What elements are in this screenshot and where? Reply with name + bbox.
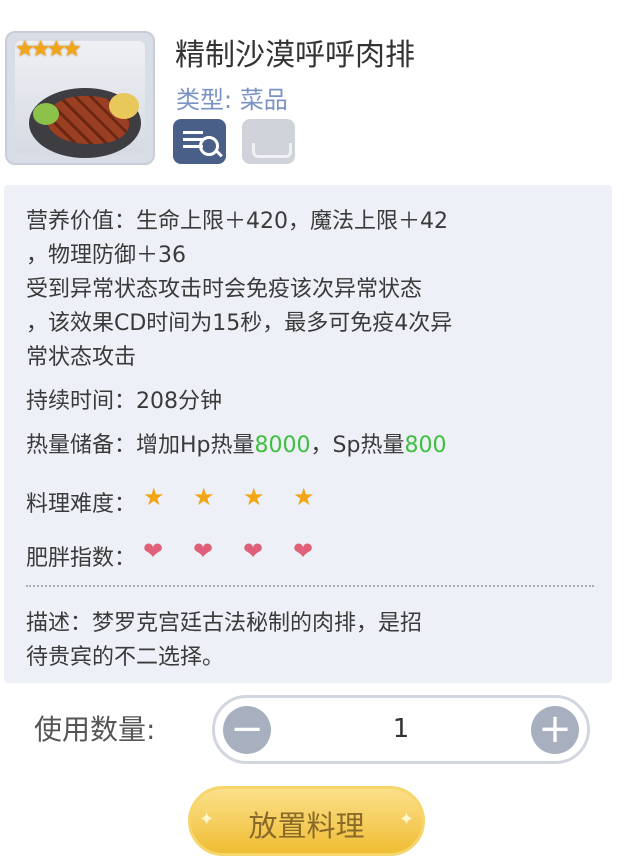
vegetable-shape: [109, 93, 139, 119]
tray-icon[interactable]: [242, 119, 295, 164]
nutrition-line: 营养价值：生命上限＋420，魔法上限＋42: [26, 209, 448, 234]
fatness-row: 肥胖指数： ❤ ❤ ❤ ❤: [26, 537, 343, 572]
heat-line: 热量储备：增加Hp热量8000，Sp热量800: [26, 427, 446, 459]
fatness-rating: ❤ ❤ ❤ ❤: [143, 537, 343, 565]
star-icon: ★: [193, 483, 215, 511]
place-dish-label: 放置料理: [248, 809, 365, 843]
divider: [26, 585, 594, 587]
detail-search-icon[interactable]: [173, 119, 226, 164]
difficulty-rating: ★ ★ ★ ★: [143, 483, 343, 511]
effect-line: ，该效果CD时间为15秒，最多可免疫4次异: [26, 311, 453, 336]
effect-line: 常状态攻击: [26, 345, 137, 370]
heart-icon: ❤: [243, 537, 264, 565]
heart-icon: ❤: [293, 537, 314, 565]
item-type-label: 类型:: [176, 86, 233, 114]
item-info-panel: 营养价值：生命上限＋420，魔法上限＋42 ，物理防御＋36 受到异常状态攻击时…: [4, 185, 612, 683]
vegetable-shape: [33, 103, 59, 125]
star-icon: ★: [143, 483, 165, 511]
item-image: ★★★★: [5, 31, 155, 165]
plus-icon[interactable]: +: [531, 706, 579, 754]
description-line: 描述：梦罗克宫廷古法秘制的肉排，是招: [26, 611, 423, 636]
item-name: 精制沙漠呼呼肉排: [175, 38, 415, 73]
heat-hp-value: 8000: [254, 433, 311, 458]
fatness-label: 肥胖指数：: [26, 546, 137, 571]
item-rarity-stars: ★★★★: [15, 37, 82, 62]
sparkle-icon: ✦: [398, 809, 414, 830]
item-type: 类型: 菜品: [176, 80, 288, 115]
nutrition-line: ，物理防御＋36: [26, 243, 186, 268]
item-type-value: 菜品: [239, 86, 288, 114]
difficulty-label: 料理难度：: [26, 492, 137, 517]
star-icon: ★: [243, 483, 265, 511]
heart-icon: ❤: [143, 537, 164, 565]
heat-sp-value: 800: [404, 433, 447, 458]
quantity-stepper: − 1 +: [212, 695, 590, 764]
description-line: 待贵宾的不二选择。: [26, 645, 225, 670]
quantity-label: 使用数量:: [34, 713, 156, 746]
star-icon: ★: [293, 483, 315, 511]
duration-line: 持续时间：208分钟: [26, 389, 222, 414]
heat-prefix: 热量储备：增加Hp热量: [26, 433, 255, 458]
place-dish-button[interactable]: 放置料理 ✦ ✦: [188, 786, 425, 856]
sparkle-icon: ✦: [199, 809, 215, 830]
heat-mid: ，Sp热量: [310, 433, 405, 458]
heart-icon: ❤: [193, 537, 214, 565]
difficulty-row: 料理难度： ★ ★ ★ ★: [26, 483, 343, 518]
effect-line: 受到异常状态攻击时会免疫该次异常状态: [26, 277, 423, 302]
